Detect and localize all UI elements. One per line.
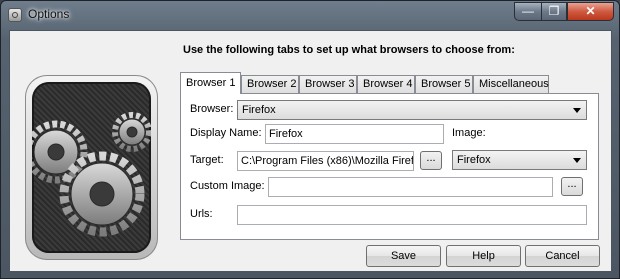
minimize-button[interactable]: — [514,2,542,21]
browser-label: Browser: [190,103,234,115]
help-button[interactable]: Help [446,245,521,267]
target-browse-button[interactable]: ... [420,151,442,170]
custom-image-label: Custom Image: [190,180,265,192]
settings-gears-icon [25,75,158,260]
display-name-label: Display Name: [190,127,262,139]
tab-browser-3[interactable]: Browser 3 [299,75,357,93]
chevron-down-icon [573,108,581,113]
image-label: Image: [452,127,486,139]
display-name-field[interactable]: Firefox [265,124,444,144]
browser-select-value: Firefox [242,104,276,116]
tab-browser-2[interactable]: Browser 2 [241,75,299,93]
chevron-down-icon [573,158,581,163]
urls-label: Urls: [190,208,213,220]
save-button[interactable]: Save [366,245,441,267]
custom-image-browse-button[interactable]: ... [561,177,583,196]
tab-browser-4[interactable]: Browser 4 [357,75,415,93]
browser-select[interactable]: Firefox [237,100,587,120]
tab-miscellaneous[interactable]: Miscellaneous [473,75,549,93]
options-window: Options — ❐ ✕ Use the following tabs to … [0,0,620,279]
image-select[interactable]: Firefox [452,150,587,170]
instructions-heading: Use the following tabs to set up what br… [183,44,515,56]
browser-1-panel: Browser: Firefox Display Name: Firefox I… [180,93,599,240]
window-title: Options [28,7,70,21]
tab-browser-5[interactable]: Browser 5 [415,75,473,93]
target-field[interactable]: C:\Program Files (x86)\Mozilla Firefox [237,151,414,171]
image-select-value: Firefox [457,154,491,166]
tab-browser-1[interactable]: Browser 1 [180,72,241,94]
custom-image-field[interactable] [268,177,553,197]
maximize-button[interactable]: ❐ [541,2,567,21]
cancel-button[interactable]: Cancel [525,245,600,267]
urls-field[interactable] [237,205,587,225]
settings-app-icon [8,8,22,22]
dialog-client-area: Use the following tabs to set up what br… [9,30,612,272]
close-button[interactable]: ✕ [567,2,614,21]
gears-graphic [25,112,152,237]
title-bar[interactable]: Options — ❐ ✕ [1,1,619,29]
target-label: Target: [190,154,224,166]
